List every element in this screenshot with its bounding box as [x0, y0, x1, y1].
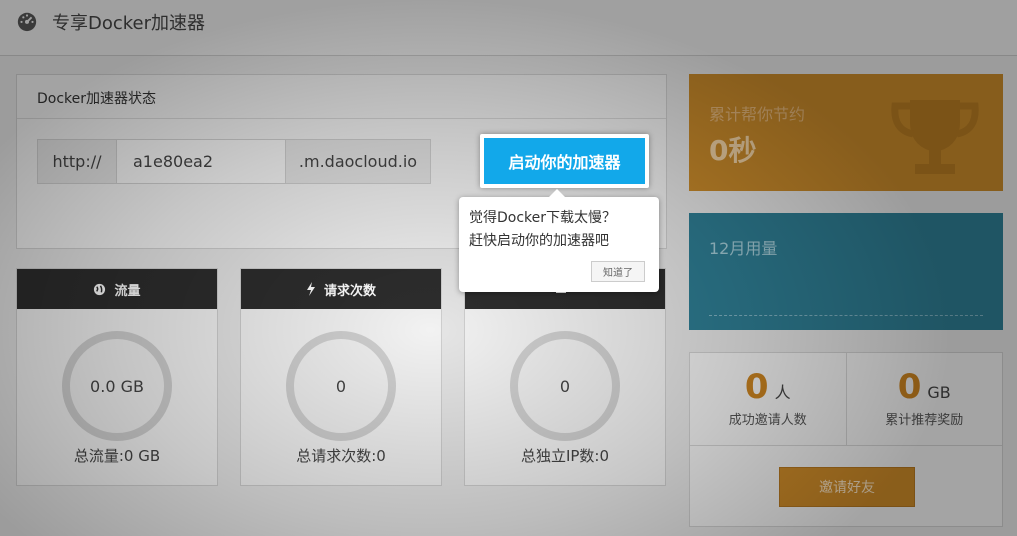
monthly-usage-card: 12月用量	[689, 213, 1003, 330]
traffic-ring: 0.0 GB	[62, 331, 172, 441]
referral-reward-cell: 0 GB 累计推荐奖励	[845, 353, 1003, 445]
globe-icon	[94, 283, 106, 295]
time-saved-value: 0秒	[709, 134, 757, 167]
requests-ring: 0	[286, 331, 396, 441]
invite-friends-button[interactable]: 邀请好友	[779, 467, 915, 507]
tooltip-line-2: 赶快启动你的加速器吧	[469, 233, 609, 249]
unique-ip-card: 0 总独立IP数:0	[464, 268, 666, 486]
requests-card-title: 请求次数	[323, 283, 376, 299]
monthly-usage-label: 12月用量	[709, 239, 778, 258]
traffic-value: 0.0 GB	[90, 376, 144, 396]
url-id-field[interactable]: a1e80ea2	[117, 139, 285, 184]
traffic-card: 流量 0.0 GB 总流量:0 GB	[16, 268, 218, 486]
page: 专享Docker加速器 Docker加速器状态 http:// a1e80ea2…	[0, 0, 1017, 536]
traffic-total: 总流量:0 GB	[73, 447, 161, 465]
invited-count: 0	[744, 367, 769, 407]
traffic-card-title: 流量	[114, 283, 141, 299]
referral-reward-caption: 累计推荐奖励	[885, 413, 964, 428]
status-panel-title: Docker加速器状态	[17, 75, 666, 119]
unique-ip-ring: 0	[510, 331, 620, 441]
accelerator-url: http:// a1e80ea2 .m.daocloud.io	[37, 139, 431, 184]
invite-panel: 0人 成功邀请人数 0 GB 累计推荐奖励 邀请好友	[689, 352, 1003, 527]
time-saved-label: 累计帮你节约	[709, 105, 806, 124]
start-accelerator-button[interactable]: 启动你的加速器	[484, 138, 645, 184]
requests-total: 总请求次数:0	[296, 447, 386, 465]
page-header: 专享Docker加速器	[0, 0, 1017, 56]
invited-count-unit: 人	[774, 383, 791, 402]
tooltip-line-1: 觉得Docker下载太慢？	[469, 210, 617, 226]
requests-card-header: 请求次数	[241, 269, 441, 309]
gauge-icon	[17, 12, 37, 32]
page-title: 专享Docker加速器	[52, 13, 206, 34]
requests-card: 请求次数 0 总请求次数:0	[240, 268, 442, 486]
url-prefix: http://	[37, 139, 117, 184]
url-suffix: .m.daocloud.io	[285, 139, 431, 184]
referral-reward-unit: GB	[927, 383, 951, 402]
unique-ip-value: 0	[559, 376, 571, 396]
start-accelerator-highlight: 启动你的加速器	[480, 134, 649, 188]
usage-divider	[709, 315, 983, 316]
invited-count-cell: 0人 成功邀请人数	[690, 353, 846, 445]
trophy-icon	[891, 100, 979, 174]
tooltip-ok-button[interactable]: 知道了	[591, 261, 645, 282]
traffic-card-header: 流量	[17, 269, 217, 309]
lightning-icon	[306, 282, 315, 296]
invited-count-caption: 成功邀请人数	[728, 413, 807, 428]
referral-reward: 0	[897, 367, 922, 407]
onboarding-tooltip: 觉得Docker下载太慢？ 赶快启动你的加速器吧 知道了	[459, 189, 659, 292]
requests-value: 0	[335, 376, 347, 396]
time-saved-card: 累计帮你节约 0秒	[689, 74, 1003, 191]
unique-ip-total: 总独立IP数:0	[520, 447, 610, 465]
